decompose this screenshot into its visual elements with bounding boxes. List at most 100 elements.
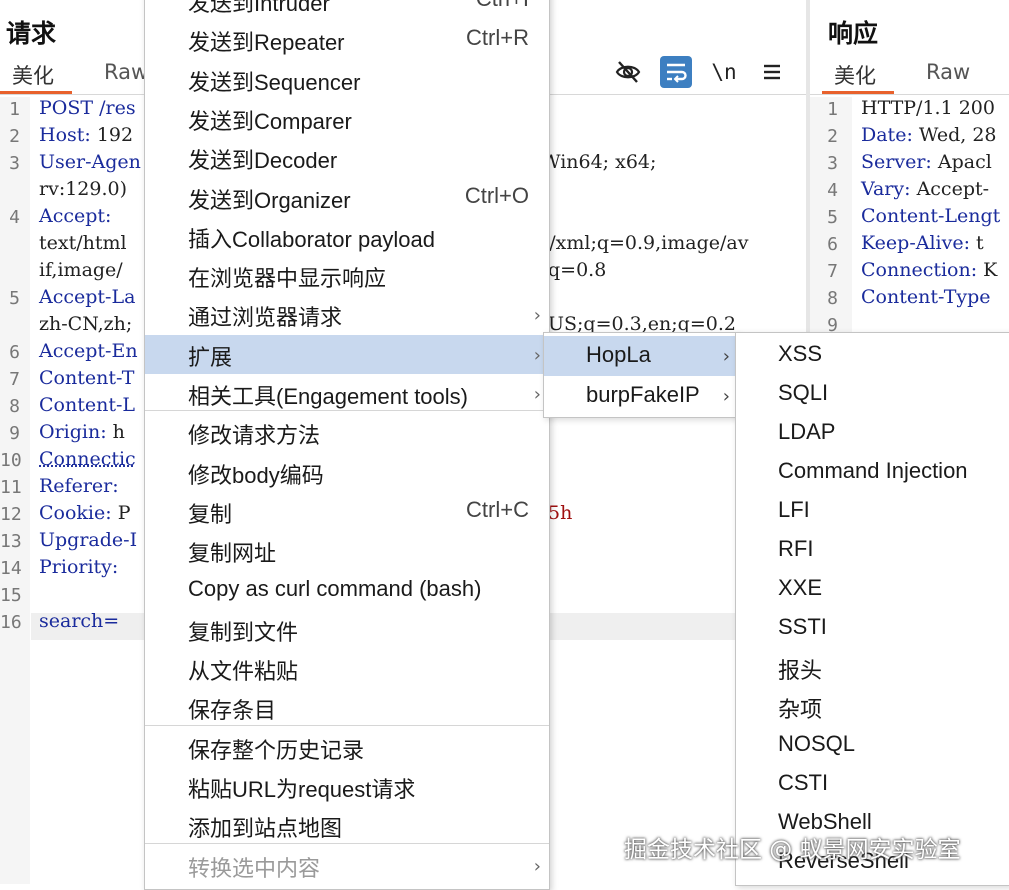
header-value: 192	[90, 124, 134, 146]
hopla-item-6[interactable]: XXE	[778, 575, 822, 601]
header-value-fragment: 5h	[548, 502, 573, 524]
line-number: 3	[9, 153, 20, 174]
menu-separator	[145, 842, 549, 844]
hopla-item-11[interactable]: CSTI	[778, 770, 828, 796]
hopla-item-3[interactable]: Command Injection	[778, 458, 968, 484]
chevron-right-icon: ›	[533, 855, 541, 877]
code-line: Host: 192	[39, 124, 133, 146]
menu-item-10[interactable]: 相关工具(Engagement tools) ›	[145, 374, 549, 413]
chevron-right-icon: ›	[533, 305, 541, 327]
extension-item-1[interactable]: burpFakeIP ›	[544, 376, 738, 416]
menu-item-3[interactable]: 发送到Comparer	[145, 99, 549, 138]
menu-item-label: 保存整个历史记录	[188, 737, 365, 763]
menu-item-1[interactable]: 发送到Repeater Ctrl+R	[145, 20, 549, 59]
menu-item-13[interactable]: 复制 Ctrl+C	[145, 492, 549, 531]
newline-toggle-button[interactable]: \n	[708, 56, 740, 88]
line-number: 9	[9, 423, 20, 444]
menu-item-label: 复制	[188, 501, 233, 527]
line-number: 8	[827, 288, 838, 309]
menu-item-15[interactable]: Copy as curl command (bash)	[145, 571, 549, 610]
menu-item-22: 转换选中内容 ›	[145, 846, 549, 885]
menu-item-5[interactable]: 发送到Organizer Ctrl+O	[145, 178, 549, 217]
line-number: 10	[0, 450, 22, 471]
header-name: search=	[39, 610, 120, 632]
code-line: Origin: h	[39, 421, 125, 443]
hide-toggle-button[interactable]	[612, 56, 644, 88]
chevron-right-icon: ›	[533, 344, 541, 366]
extension-label: burpFakeIP	[586, 382, 700, 407]
hopla-item-2[interactable]: LDAP	[778, 419, 835, 445]
header-name: Connectic	[39, 448, 136, 470]
menu-item-7[interactable]: 在浏览器中显示响应	[145, 256, 549, 295]
header-value-fragment: Win64; x64;	[541, 151, 657, 173]
wrap-toggle-button[interactable]	[660, 56, 692, 88]
tab-raw[interactable]: Raw	[104, 60, 148, 84]
header-value: zh-CN,zh;	[39, 313, 133, 335]
code-line: Keep-Alive: t	[861, 232, 984, 254]
hopla-item-4[interactable]: LFI	[778, 497, 810, 523]
hopla-item-5[interactable]: RFI	[778, 536, 813, 562]
response-tab-raw[interactable]: Raw	[926, 60, 970, 84]
hopla-item-1[interactable]: SQLI	[778, 380, 828, 406]
menu-item-11[interactable]: 修改请求方法	[145, 413, 549, 452]
code-line: Content-Type	[861, 286, 991, 308]
response-tab-pretty[interactable]: 美化	[822, 60, 894, 94]
menu-item-6[interactable]: 插入Collaborator payload	[145, 217, 549, 256]
header-name: Connection:	[861, 259, 978, 281]
line-number: 7	[827, 261, 838, 282]
hopla-item-10[interactable]: NOSQL	[778, 731, 855, 757]
menu-item-0[interactable]: 发送到Intruder Ctrl+I	[145, 0, 549, 20]
menu-item-label: Copy as curl command (bash)	[188, 575, 482, 601]
menu-item-label: 发送到Comparer	[188, 108, 352, 134]
header-name: Content-T	[39, 367, 135, 389]
menu-item-9[interactable]: 扩展 ›	[145, 334, 549, 374]
code-line: Date: Wed, 28	[861, 124, 997, 146]
menu-item-label: 修改body编码	[188, 462, 324, 488]
header-value: text/html	[39, 232, 127, 254]
extension-item-0[interactable]: HopLa ›	[544, 336, 738, 376]
code-line: Connection: K	[861, 259, 997, 281]
menu-item-17[interactable]: 从文件粘贴	[145, 649, 549, 688]
line-number: 3	[827, 153, 838, 174]
line-number: 12	[0, 504, 22, 525]
header-name: Accept-En	[39, 340, 138, 362]
menu-item-12[interactable]: 修改body编码	[145, 453, 549, 492]
menu-item-21[interactable]: 添加到站点地图	[145, 806, 549, 845]
menu-item-19[interactable]: 保存整个历史记录	[145, 728, 549, 767]
code-line: Priority:	[39, 556, 118, 578]
tab-pretty[interactable]: 美化	[0, 60, 72, 94]
code-line: HTTP/1.1 200	[861, 97, 995, 119]
menu-item-label: 修改请求方法	[188, 423, 321, 449]
eye-off-icon	[615, 61, 641, 83]
menu-item-label: 保存条目	[188, 698, 277, 724]
line-number: 5	[827, 207, 838, 228]
menu-item-label: 发送到Sequencer	[188, 69, 361, 95]
hopla-item-9[interactable]: 杂项	[778, 692, 822, 724]
menu-item-4[interactable]: 发送到Decoder	[145, 138, 549, 177]
options-menu-button[interactable]	[756, 56, 788, 88]
line-number: 4	[9, 207, 20, 228]
menu-item-8[interactable]: 通过浏览器请求 ›	[145, 295, 549, 334]
menu-item-2[interactable]: 发送到Sequencer	[145, 60, 549, 99]
header-value: h	[106, 421, 125, 443]
code-line: Vary: Accept-	[861, 178, 989, 200]
code-line: Accept:	[39, 205, 111, 227]
header-name: Origin:	[39, 421, 107, 443]
menu-item-20[interactable]: 粘贴URL为request请求	[145, 767, 549, 806]
header-value: rv:129.0)	[39, 178, 128, 200]
line-number: 2	[9, 126, 20, 147]
code-line: Connectic	[39, 448, 136, 470]
menu-item-16[interactable]: 复制到文件	[145, 610, 549, 649]
menu-item-14[interactable]: 复制网址	[145, 531, 549, 570]
hopla-item-7[interactable]: SSTI	[778, 614, 827, 640]
menu-item-18[interactable]: 保存条目	[145, 688, 549, 727]
request-title: 请求	[6, 19, 57, 48]
hopla-item-8[interactable]: 报头	[778, 653, 822, 685]
code-line: Server: Apacl	[861, 151, 992, 173]
hopla-item-0[interactable]: XSS	[778, 341, 822, 367]
header-name: Accept-La	[39, 286, 136, 308]
code-line: Content-L	[39, 394, 135, 416]
menu-item-shortcut: Ctrl+O	[464, 182, 529, 208]
response-title: 响应	[828, 19, 879, 48]
line-number: 13	[0, 531, 22, 552]
